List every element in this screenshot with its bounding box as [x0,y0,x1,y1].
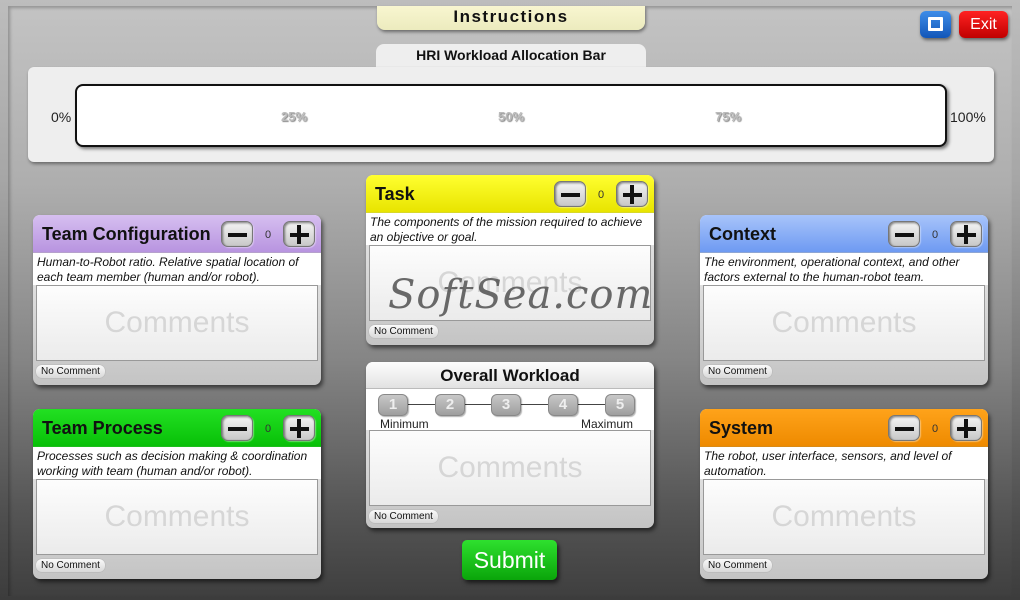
card-header: Team Configuration 0 [33,215,321,253]
allocation-tick-75: 75% [714,109,742,124]
minus-icon [895,427,914,431]
decrement-button[interactable] [888,415,920,441]
minus-icon [561,193,580,197]
card-task: Task 0 The components of the mission req… [366,175,654,345]
maximize-icon [928,17,943,31]
rating-value: 0 [597,189,605,201]
card-header: Task 0 [366,175,654,213]
comment-input[interactable]: Comments [369,245,651,321]
comment-input[interactable]: Comments [369,430,651,506]
increment-button[interactable] [950,415,982,441]
card-description: The robot, user interface, sensors, and … [700,447,988,479]
rating-value: 0 [264,229,272,241]
card-description: The environment, operational context, an… [700,253,988,285]
submit-button[interactable]: Submit [462,540,557,580]
scale-button-1[interactable]: 1 [378,394,408,416]
overall-workload-title: Overall Workload [366,362,654,389]
rating-value: 0 [264,423,272,435]
plus-icon-vertical [297,419,301,438]
card-team-configuration: Team Configuration 0 Human-to-Robot rati… [33,215,321,385]
plus-icon-vertical [964,225,968,244]
rating-value: 0 [931,229,939,241]
scale-max-label: Maximum [581,417,634,431]
instructions-button[interactable]: Instructions [377,6,645,30]
card-title: Team Process [42,418,163,438]
minus-icon [228,427,247,431]
card-overall-workload: Overall Workload 1 2 3 4 5 Minimum Maxim… [366,362,654,528]
scale-button-4[interactable]: 4 [548,394,578,416]
card-header: Team Process 0 [33,409,321,447]
allocation-tick-25: 25% [280,109,308,124]
plus-icon-vertical [297,225,301,244]
card-title: Task [375,184,415,204]
no-comment-button[interactable]: No Comment [36,365,105,378]
increment-button[interactable] [616,181,648,207]
minus-icon [895,233,914,237]
decrement-button[interactable] [554,181,586,207]
comment-input[interactable]: Comments [703,479,985,555]
rating-value: 0 [931,423,939,435]
decrement-button[interactable] [221,415,253,441]
minus-icon [228,233,247,237]
card-header: System 0 [700,409,988,447]
decrement-button[interactable] [221,221,253,247]
card-description: The components of the mission required t… [366,213,654,245]
plus-icon-vertical [630,185,634,204]
comment-input[interactable]: Comments [36,479,318,555]
increment-button[interactable] [950,221,982,247]
card-title: Team Configuration [42,224,211,244]
allocation-tick-50: 50% [497,109,525,124]
comment-input[interactable]: Comments [36,285,318,361]
increment-button[interactable] [283,415,315,441]
card-description: Human-to-Robot ratio. Relative spatial l… [33,253,321,285]
card-team-process: Team Process 0 Processes such as decisio… [33,409,321,579]
exit-button[interactable]: Exit [959,11,1008,38]
comment-input[interactable]: Comments [703,285,985,361]
decrement-button[interactable] [888,221,920,247]
allocation-min-label: 0% [51,109,72,125]
card-header: Context 0 [700,215,988,253]
card-context: Context 0 The environment, operational c… [700,215,988,385]
no-comment-button[interactable]: No Comment [369,510,438,523]
card-title: System [709,418,774,438]
maximize-button[interactable] [920,11,951,38]
no-comment-button[interactable]: No Comment [703,559,772,572]
plus-icon-vertical [964,419,968,438]
card-system: System 0 The robot, user interface, sens… [700,409,988,579]
no-comment-button[interactable]: No Comment [36,559,105,572]
scale-button-5[interactable]: 5 [605,394,635,416]
scale-min-label: Minimum [380,417,429,431]
no-comment-button[interactable]: No Comment [703,365,772,378]
scale-button-3[interactable]: 3 [491,394,521,416]
increment-button[interactable] [283,221,315,247]
scale-button-2[interactable]: 2 [435,394,465,416]
card-description: Processes such as decision making & coor… [33,447,321,479]
no-comment-button[interactable]: No Comment [369,325,438,338]
allocation-max-label: 100% [950,109,986,125]
card-title: Context [709,224,776,244]
allocation-panel: 0% 25% 50% 75% 100% [28,67,994,162]
workload-scale: 1 2 3 4 5 Minimum Maximum [366,389,654,431]
allocation-bar[interactable]: 25% 50% 75% [75,84,947,147]
